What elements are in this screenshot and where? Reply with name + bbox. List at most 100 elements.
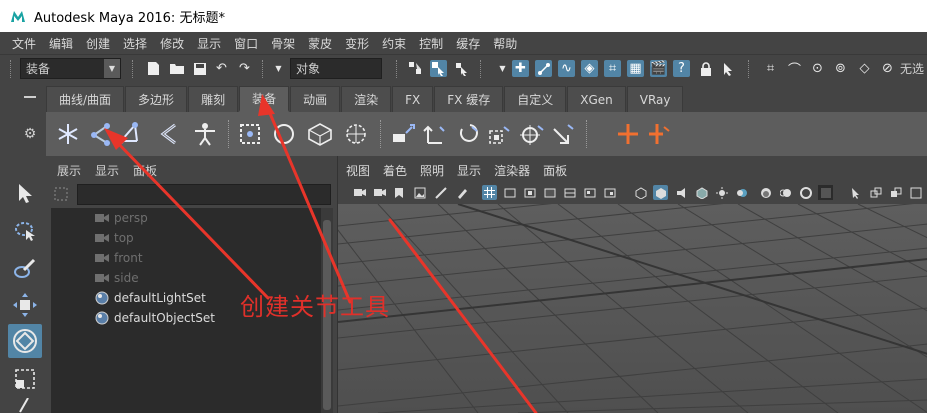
isolate-select-icon[interactable]: [848, 185, 863, 200]
tab-fx[interactable]: FX: [392, 86, 434, 112]
insert-joint-icon[interactable]: [114, 118, 146, 150]
undo-icon[interactable]: ↶: [213, 60, 230, 77]
snap-grid-icon[interactable]: ⌗: [762, 60, 779, 77]
select-joints-icon[interactable]: [535, 60, 552, 77]
cluster-icon[interactable]: [268, 118, 300, 150]
menu-control[interactable]: 控制: [419, 35, 443, 52]
select-tool-icon[interactable]: [8, 176, 42, 210]
menu-create[interactable]: 创建: [86, 35, 110, 52]
bind-skin-icon[interactable]: [234, 118, 266, 150]
select-curves-icon[interactable]: ∿: [558, 60, 575, 77]
tab-sculpting[interactable]: 雕刻: [188, 86, 239, 112]
remove-influence-icon[interactable]: [644, 118, 676, 150]
motion-blur-icon[interactable]: [778, 185, 793, 200]
viewport-menu-shading[interactable]: 着色: [383, 162, 407, 179]
select-component-icon[interactable]: [453, 60, 470, 77]
point-constraint-icon[interactable]: [420, 118, 452, 150]
use-default-material-icon[interactable]: [673, 185, 688, 200]
snap-projected-center-icon[interactable]: ⊚: [832, 60, 849, 77]
wireframe-icon[interactable]: [633, 185, 648, 200]
2d-pan-zoom-icon[interactable]: [433, 185, 448, 200]
lasso-tool-icon[interactable]: [8, 214, 42, 248]
menu-modify[interactable]: 修改: [160, 35, 184, 52]
field-chart-icon[interactable]: [562, 185, 577, 200]
select-dynamics-icon[interactable]: ▦: [627, 60, 644, 77]
select-deformations-icon[interactable]: ⌗: [604, 60, 621, 77]
move-tool-icon[interactable]: [8, 288, 42, 322]
orient-constraint-icon[interactable]: [452, 118, 484, 150]
search-icon[interactable]: [53, 186, 69, 202]
new-scene-icon[interactable]: [145, 60, 162, 77]
textured-icon[interactable]: [694, 185, 709, 200]
open-scene-icon[interactable]: [168, 60, 185, 77]
object-selection-field[interactable]: 对象: [290, 58, 382, 79]
menu-help[interactable]: 帮助: [493, 35, 517, 52]
select-rendering-icon[interactable]: 🎬: [650, 60, 667, 77]
menu-constrain[interactable]: 约束: [382, 35, 406, 52]
lattice-icon[interactable]: [304, 118, 336, 150]
menu-skin[interactable]: 蒙皮: [308, 35, 332, 52]
select-misc-icon[interactable]: ?: [673, 60, 690, 77]
resolution-gate-icon[interactable]: [522, 185, 537, 200]
snap-view-plane-icon[interactable]: ◇: [856, 60, 873, 77]
outliner-menu-display[interactable]: 显示: [95, 162, 119, 179]
tab-rigging[interactable]: 装备: [239, 86, 290, 112]
safe-action-icon[interactable]: [582, 185, 597, 200]
outliner-search-input[interactable]: [77, 184, 331, 205]
gear-icon[interactable]: ⚙: [22, 126, 38, 142]
select-camera-icon[interactable]: [352, 185, 367, 200]
menu-skeleton[interactable]: 骨架: [271, 35, 295, 52]
grease-pencil-icon[interactable]: [454, 185, 469, 200]
tab-animation[interactable]: 动画: [290, 86, 341, 112]
bookmark-icon[interactable]: [391, 185, 406, 200]
select-hierarchy-icon[interactable]: [407, 60, 424, 77]
film-gate-icon[interactable]: [502, 185, 517, 200]
depth-of-field-icon[interactable]: [818, 185, 833, 200]
select-object-icon[interactable]: [430, 60, 447, 77]
redo-icon[interactable]: ↷: [236, 60, 253, 77]
list-item[interactable]: defaultLightSet: [95, 288, 206, 308]
last-tool-icon[interactable]: [8, 396, 42, 413]
list-item[interactable]: defaultObjectSet: [95, 308, 215, 328]
list-item[interactable]: front: [95, 248, 143, 268]
tab-curves-surfaces[interactable]: 曲线/曲面: [46, 86, 125, 112]
parent-constraint-icon[interactable]: [388, 118, 420, 150]
menu-windows[interactable]: 窗口: [234, 35, 258, 52]
lock-camera-icon[interactable]: [372, 185, 387, 200]
make-live-icon[interactable]: ⊘: [879, 60, 896, 77]
viewport-menu-panels[interactable]: 面板: [543, 162, 567, 179]
rotate-tool-icon[interactable]: [8, 324, 42, 358]
aim-constraint-icon[interactable]: [516, 118, 548, 150]
image-plane-icon[interactable]: [412, 185, 427, 200]
snap-point-icon[interactable]: ⊙: [809, 60, 826, 77]
menu-file[interactable]: 文件: [12, 35, 36, 52]
menu-select[interactable]: 选择: [123, 35, 147, 52]
menu-display[interactable]: 显示: [197, 35, 221, 52]
viewport-menu-show[interactable]: 显示: [457, 162, 481, 179]
shadows-icon[interactable]: [734, 185, 749, 200]
list-item[interactable]: persp: [95, 208, 148, 228]
add-influence-icon[interactable]: [612, 118, 644, 150]
gate-mask-icon[interactable]: [542, 185, 557, 200]
chevron-down-icon[interactable]: ▼: [270, 60, 287, 77]
snap-curve-icon[interactable]: ⌒: [786, 60, 803, 78]
viewport-menu-lighting[interactable]: 照明: [420, 162, 444, 179]
screen-space-ao-icon[interactable]: [758, 185, 773, 200]
locator-icon[interactable]: [52, 118, 84, 150]
scale-constraint-icon[interactable]: [484, 118, 516, 150]
save-scene-icon[interactable]: [191, 60, 208, 77]
grid-toggle-icon[interactable]: [482, 185, 497, 200]
paint-select-tool-icon[interactable]: [8, 252, 42, 286]
shelf-menu-icon[interactable]: [24, 96, 36, 98]
list-item[interactable]: top: [95, 228, 134, 248]
tab-polygons[interactable]: 多边形: [125, 86, 188, 112]
all-lights-icon[interactable]: [714, 185, 729, 200]
menu-edit[interactable]: 编辑: [49, 35, 73, 52]
anti-aliasing-icon[interactable]: [798, 185, 813, 200]
tab-rendering[interactable]: 渲染: [341, 86, 392, 112]
safe-title-icon[interactable]: [602, 185, 617, 200]
lock-selection-icon[interactable]: [697, 60, 714, 77]
outliner-menu-panels[interactable]: 面板: [133, 162, 157, 179]
xray-joints-icon[interactable]: [888, 185, 903, 200]
tab-fx-caching[interactable]: FX 缓存: [434, 86, 504, 112]
